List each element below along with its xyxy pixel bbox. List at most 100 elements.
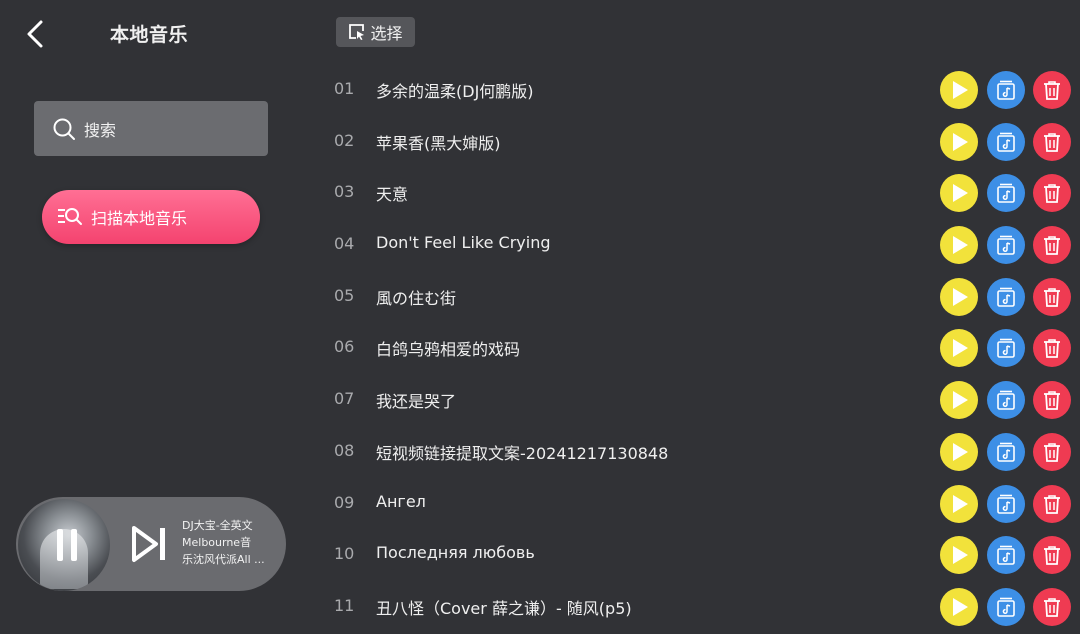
song-number: 08 [334, 440, 355, 460]
add-to-playlist-button[interactable] [987, 432, 1025, 471]
add-to-playlist-button[interactable] [987, 122, 1025, 161]
add-to-playlist-icon [997, 80, 1015, 100]
play-icon [953, 442, 968, 461]
song-number: 03 [334, 182, 355, 202]
song-row[interactable]: 04 Don't Feel Like Crying [320, 220, 1080, 272]
add-to-playlist-button[interactable] [987, 277, 1025, 316]
add-to-playlist-button[interactable] [987, 174, 1025, 213]
song-title: 苹果香(黑大婶版) [376, 133, 501, 153]
delete-song-button[interactable] [1033, 226, 1071, 265]
song-row[interactable]: 11 丑八怪（Cover 薛之谦）- 随风(p5) [320, 582, 1080, 634]
song-row[interactable]: 02 苹果香(黑大婶版) [320, 117, 1080, 169]
now-playing-info: DJ大宝-全英文 Melbourne音 乐沈风代派All ... [182, 517, 278, 568]
song-row[interactable]: 07 我还是哭了 [320, 375, 1080, 427]
add-to-playlist-icon [997, 184, 1015, 204]
add-to-playlist-button[interactable] [987, 329, 1025, 368]
add-to-playlist-button[interactable] [987, 381, 1025, 420]
play-icon [953, 236, 968, 255]
play-icon [953, 339, 968, 358]
song-number: 05 [334, 285, 355, 305]
trash-icon [1044, 546, 1060, 566]
delete-song-button[interactable] [1033, 381, 1071, 420]
add-to-playlist-button[interactable] [987, 536, 1025, 575]
play-icon [953, 81, 968, 99]
play-icon [953, 184, 968, 203]
play-song-button[interactable] [940, 174, 978, 213]
play-song-button[interactable] [940, 381, 978, 420]
song-row[interactable]: 08 短视频链接提取文案-20241217130848 [320, 427, 1080, 479]
add-to-playlist-icon [997, 545, 1015, 565]
song-number: 09 [334, 492, 355, 512]
play-icon [953, 132, 968, 151]
pause-icon[interactable] [52, 529, 82, 565]
add-to-playlist-button[interactable] [987, 484, 1025, 523]
add-to-playlist-button[interactable] [987, 71, 1025, 109]
play-song-button[interactable] [940, 122, 978, 161]
album-cover[interactable] [18, 499, 110, 591]
add-to-playlist-icon [997, 442, 1015, 462]
delete-song-button[interactable] [1033, 174, 1071, 213]
add-to-playlist-icon [997, 235, 1015, 255]
add-to-playlist-icon [997, 339, 1015, 359]
play-song-button[interactable] [940, 432, 978, 471]
play-icon [953, 494, 968, 513]
delete-song-button[interactable] [1033, 71, 1071, 109]
song-row[interactable]: 01 多余的温柔(DJ何鹏版) [320, 65, 1080, 117]
page-title: 本地音乐 [110, 24, 189, 46]
search-input[interactable]: 搜索 [34, 101, 268, 156]
skip-next-icon[interactable] [129, 524, 169, 564]
song-number: 04 [334, 234, 355, 254]
song-row[interactable]: 05 風の住む街 [320, 272, 1080, 324]
song-row[interactable]: 09 Ангел [320, 479, 1080, 531]
song-title: Последняя любовь [376, 543, 535, 563]
play-song-button[interactable] [940, 277, 978, 316]
now-playing-line-3: 乐沈风代派All ... [182, 553, 265, 566]
select-button[interactable]: 选择 [336, 17, 415, 47]
trash-icon [1044, 81, 1060, 100]
trash-icon [1044, 184, 1060, 204]
delete-song-button[interactable] [1033, 277, 1071, 316]
song-number: 02 [334, 130, 355, 150]
play-icon [953, 546, 968, 565]
song-number: 10 [334, 544, 355, 564]
trash-icon [1044, 236, 1060, 255]
trash-icon [1044, 494, 1060, 514]
song-title: Don't Feel Like Crying [376, 233, 551, 253]
play-song-button[interactable] [940, 71, 978, 109]
add-to-playlist-button[interactable] [987, 226, 1025, 265]
song-row[interactable]: 06 白鸽乌鸦相爱的戏码 [320, 323, 1080, 375]
add-to-playlist-icon [997, 287, 1015, 307]
scan-icon [58, 208, 82, 225]
song-title: 短视频链接提取文案-20241217130848 [376, 443, 669, 463]
song-row[interactable]: 10 Последняя любовь [320, 530, 1080, 582]
scan-local-music-button[interactable]: 扫描本地音乐 [42, 190, 260, 244]
trash-icon [1044, 443, 1060, 462]
song-title: 天意 [376, 185, 409, 205]
trash-icon [1044, 339, 1060, 359]
song-row[interactable]: 03 天意 [320, 168, 1080, 220]
delete-song-button[interactable] [1033, 122, 1071, 161]
search-icon [53, 118, 75, 140]
song-title: 白鸽乌鸦相爱的戏码 [376, 340, 521, 360]
song-number: 11 [334, 595, 355, 615]
trash-icon [1044, 132, 1060, 152]
song-number: 01 [334, 79, 355, 98]
song-title: Ангел [376, 491, 426, 511]
play-song-button[interactable] [940, 226, 978, 265]
add-to-playlist-icon [997, 390, 1015, 410]
song-title: 我还是哭了 [376, 392, 457, 412]
back-button[interactable] [18, 16, 52, 52]
play-song-button[interactable] [940, 329, 978, 368]
song-title: 多余的温柔(DJ何鹏版) [376, 82, 534, 101]
delete-song-button[interactable] [1033, 484, 1071, 523]
delete-song-button[interactable] [1033, 536, 1071, 575]
play-icon [953, 287, 968, 306]
delete-song-button[interactable] [1033, 432, 1071, 471]
play-song-button[interactable] [940, 484, 978, 523]
left-panel: 本地音乐 搜索 扫描本地音乐 DJ大宝-全英文 Melbourne音 乐沈风代派… [0, 0, 310, 607]
delete-song-button[interactable] [1033, 329, 1071, 368]
song-title: 風の住む街 [376, 288, 457, 308]
play-song-button[interactable] [940, 536, 978, 575]
search-label: 搜索 [84, 120, 117, 140]
song-number: 07 [334, 389, 355, 409]
